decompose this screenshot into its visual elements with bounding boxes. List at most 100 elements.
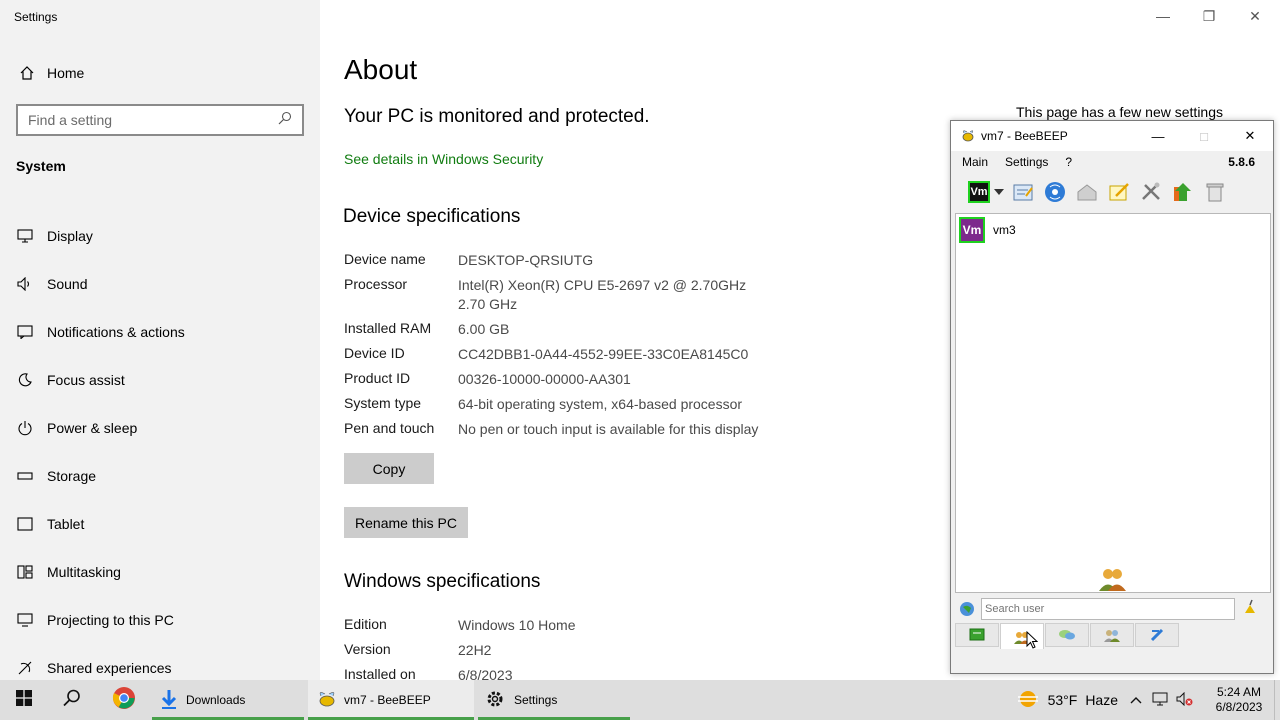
downloads-taskbar-button[interactable]: Downloads xyxy=(152,680,304,720)
maximize-icon[interactable]: □ xyxy=(1181,121,1227,151)
spec-key: Device name xyxy=(344,251,426,267)
spec-row-device-name: Device name DESKTOP-QRSIUTG xyxy=(344,251,778,270)
system-tray: 53°F Haze 5:24 AM 6/8/2023 xyxy=(1016,680,1280,720)
nav-item-sound[interactable]: Sound xyxy=(16,260,316,308)
version-label: 5.8.6 xyxy=(1228,155,1255,169)
spec-row-version: Version 22H2 xyxy=(344,641,778,660)
shared-experiences-icon xyxy=(16,659,34,677)
spec-value: Intel(R) Xeon(R) CPU E5-2697 v2 @ 2.70GH… xyxy=(458,277,758,312)
projecting-icon xyxy=(16,611,34,629)
sound-icon xyxy=(16,275,34,293)
messages-tab-icon[interactable] xyxy=(1045,623,1089,647)
chrome-taskbar-button[interactable] xyxy=(96,680,152,720)
rename-pc-button[interactable]: Rename this PC xyxy=(344,507,468,538)
nav-item-multitasking[interactable]: Multitasking xyxy=(16,548,316,596)
profile-icon[interactable] xyxy=(1007,177,1039,207)
plugins-tab-icon[interactable] xyxy=(1135,623,1179,647)
restore-icon[interactable]: ❐ xyxy=(1186,0,1232,32)
update-icon[interactable] xyxy=(1167,177,1199,207)
spec-row-edition: Edition Windows 10 Home xyxy=(344,616,778,635)
network-icon[interactable] xyxy=(1039,177,1071,207)
nav-item-storage[interactable]: Storage xyxy=(16,452,316,500)
start-button[interactable] xyxy=(0,680,48,720)
user-search-input[interactable] xyxy=(981,598,1235,620)
volume-muted-icon[interactable] xyxy=(1176,691,1194,709)
weather-temp[interactable]: 53°F xyxy=(1048,692,1078,708)
spec-row-product-id: Product ID 00326-10000-00000-AA301 xyxy=(344,370,778,389)
user-search-bar xyxy=(955,597,1271,621)
clock-date: 6/8/2023 xyxy=(1215,700,1263,714)
minimize-icon[interactable]: — xyxy=(1135,121,1181,151)
nav-home[interactable]: Home xyxy=(16,60,84,86)
note-icon[interactable] xyxy=(1103,177,1135,207)
bee-logo-icon xyxy=(960,129,976,146)
nav-item-power-sleep[interactable]: Power & sleep xyxy=(16,404,316,452)
taskbar-app-label: vm7 - BeeBEEP xyxy=(344,693,431,707)
globe-icon[interactable] xyxy=(959,601,975,622)
nav-item-tablet[interactable]: Tablet xyxy=(16,500,316,548)
show-desktop-button[interactable] xyxy=(1274,680,1280,720)
taskbar-search-button[interactable] xyxy=(48,680,96,720)
tablet-icon xyxy=(16,515,34,533)
list-item[interactable]: Vm vm3 xyxy=(959,217,1016,243)
beebeep-window: vm7 - BeeBEEP — □ ✕ Main Settings ? 5.8.… xyxy=(950,120,1274,674)
menu-main[interactable]: Main xyxy=(951,155,994,169)
windows-icon xyxy=(16,689,32,711)
close-icon[interactable]: ✕ xyxy=(1232,0,1278,32)
weather-desc[interactable]: Haze xyxy=(1085,692,1118,708)
nav-item-label: Display xyxy=(47,228,93,244)
weather-icon[interactable] xyxy=(1016,689,1040,712)
focus-assist-icon xyxy=(16,371,34,389)
nav-item-display[interactable]: Display xyxy=(16,212,316,260)
status-icon[interactable]: Vm xyxy=(967,177,991,207)
chevron-down-icon[interactable] xyxy=(991,177,1007,207)
trash-icon[interactable] xyxy=(1199,177,1231,207)
settings-window-controls: — ❐ ✕ xyxy=(1140,0,1280,32)
search-icon[interactable] xyxy=(278,111,292,130)
spec-key: Device ID xyxy=(344,345,405,361)
windows-specs-heading: Windows specifications xyxy=(344,571,541,592)
nav-item-label: Shared experiences xyxy=(47,660,172,676)
avatar: Vm xyxy=(959,217,985,243)
minimize-icon[interactable]: — xyxy=(1140,0,1186,32)
clear-search-icon[interactable] xyxy=(1243,599,1257,620)
user-list: Vm vm3 xyxy=(955,213,1271,593)
nav-home-label: Home xyxy=(47,65,85,81)
search-input[interactable] xyxy=(28,112,278,128)
beebeep-titlebar[interactable]: vm7 - BeeBEEP — □ ✕ xyxy=(951,121,1273,151)
spec-row-processor: Processor Intel(R) Xeon(R) CPU E5-2697 v2… xyxy=(344,276,778,314)
groups-tab-icon[interactable] xyxy=(1090,623,1134,647)
nav-item-focus-assist[interactable]: Focus assist xyxy=(16,356,316,404)
spec-key: Installed RAM xyxy=(344,320,432,336)
chat-tab-icon[interactable] xyxy=(955,623,999,647)
network-tray-icon[interactable] xyxy=(1152,692,1168,709)
menu-settings[interactable]: Settings xyxy=(994,155,1054,169)
settings-taskbar-button[interactable]: Settings xyxy=(478,680,630,720)
beebeep-taskbar-button[interactable]: vm7 - BeeBEEP xyxy=(308,680,474,720)
security-link[interactable]: See details in Windows Security xyxy=(344,151,543,167)
menu-help[interactable]: ? xyxy=(1054,155,1078,169)
nav-item-notifications[interactable]: Notifications & actions xyxy=(16,308,316,356)
beebeep-menubar: Main Settings ? 5.8.6 xyxy=(951,151,1273,173)
close-icon[interactable]: ✕ xyxy=(1227,121,1273,151)
chevron-up-icon[interactable] xyxy=(1130,693,1142,707)
storage-icon xyxy=(16,467,34,485)
settings-search[interactable] xyxy=(16,104,304,136)
nav-item-label: Focus assist xyxy=(47,372,125,388)
copy-button[interactable]: Copy xyxy=(344,453,434,484)
clock[interactable]: 5:24 AM 6/8/2023 xyxy=(1208,685,1270,715)
display-icon xyxy=(16,227,34,245)
about-page: About Your PC is monitored and protected… xyxy=(343,0,944,683)
multitasking-icon xyxy=(16,563,34,581)
nav-item-label: Sound xyxy=(47,276,88,292)
notifications-icon xyxy=(16,323,34,341)
nav-list: Display Sound Notifications & actions Fo… xyxy=(16,212,316,692)
power-icon xyxy=(16,419,34,437)
home-icon[interactable] xyxy=(1071,177,1103,207)
nav-item-projecting[interactable]: Projecting to this PC xyxy=(16,596,316,644)
spec-row-pen-touch: Pen and touch No pen or touch input is av… xyxy=(344,420,778,439)
tools-icon[interactable] xyxy=(1135,177,1167,207)
nav-item-label: Projecting to this PC xyxy=(47,612,174,628)
spec-value: 22H2 xyxy=(458,642,492,658)
spec-key: Product ID xyxy=(344,370,411,386)
